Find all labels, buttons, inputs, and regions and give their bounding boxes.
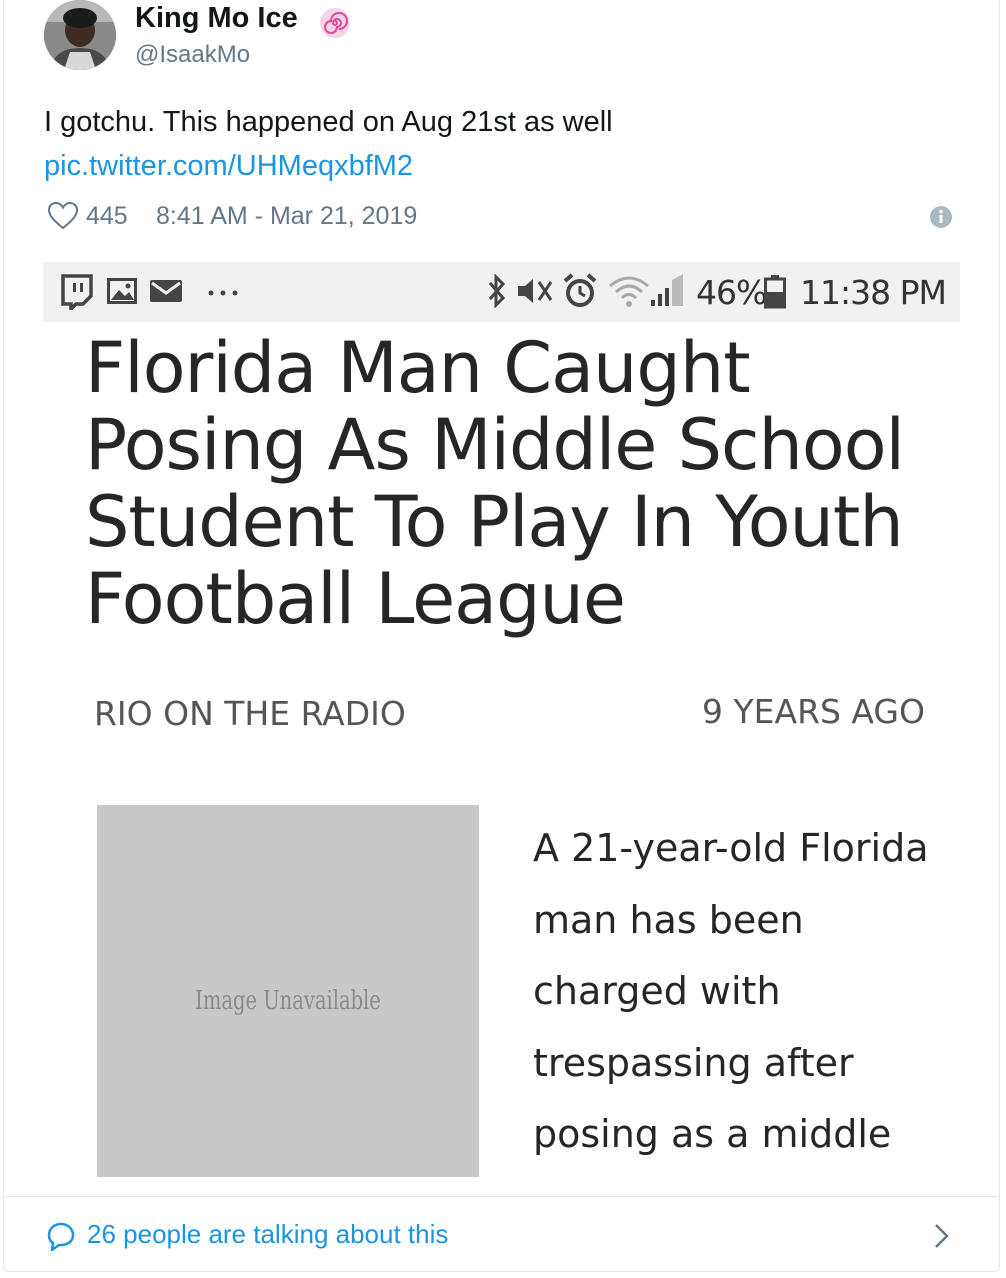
more-icon bbox=[208, 290, 238, 296]
article-age: 9 YEARS AGO bbox=[702, 692, 925, 731]
mute-icon bbox=[518, 279, 553, 303]
article-body-line: trespassing after bbox=[533, 1040, 854, 1085]
article-body-line: man has been bbox=[533, 897, 804, 942]
battery-icon bbox=[764, 275, 786, 309]
mail-icon bbox=[150, 280, 182, 302]
phone-clock: 11:38 PM bbox=[800, 273, 947, 312]
twitch-icon bbox=[61, 274, 93, 310]
conversation-link[interactable]: 26 people are talking about this bbox=[87, 1219, 448, 1250]
avatar[interactable] bbox=[44, 0, 116, 70]
user-handle[interactable]: @IsaakMo bbox=[135, 41, 250, 69]
article-body-line: A 21-year-old Florida bbox=[533, 826, 929, 870]
alarm-icon bbox=[563, 273, 597, 307]
swirl-icon bbox=[320, 8, 350, 38]
article-body: A 21-year-old Florida man has been charg… bbox=[533, 813, 943, 1171]
wifi-icon bbox=[609, 276, 649, 307]
chevron-right-icon[interactable] bbox=[932, 1222, 952, 1250]
footer-divider bbox=[4, 1196, 998, 1197]
article-body-line: charged with bbox=[533, 969, 781, 1013]
article-body-line: posing as a middle bbox=[533, 1112, 892, 1156]
attached-screenshot[interactable]: 46% 11:38 PM Florida Man Caught Posing A… bbox=[43, 262, 960, 1192]
heart-icon[interactable] bbox=[47, 201, 79, 231]
image-icon bbox=[107, 278, 137, 304]
battery-percentage: 46% bbox=[696, 273, 767, 312]
like-count[interactable]: 445 bbox=[86, 202, 128, 231]
bluetooth-icon bbox=[488, 274, 506, 308]
tweet-text: I gotchu. This happened on Aug 21st as w… bbox=[44, 106, 613, 138]
article-headline: Florida Man Caught Posing As Middle Scho… bbox=[85, 327, 905, 640]
article-image-placeholder: Image Unavailable bbox=[97, 805, 479, 1177]
display-name[interactable]: King Mo Ice bbox=[135, 2, 298, 35]
phone-status-bar: 46% 11:38 PM bbox=[43, 262, 960, 322]
info-icon[interactable] bbox=[929, 205, 953, 229]
signal-icon bbox=[651, 274, 683, 306]
article-source: RIO ON THE RADIO bbox=[94, 694, 406, 733]
speech-bubble-icon[interactable] bbox=[46, 1221, 76, 1251]
timestamp[interactable]: 8:41 AM - Mar 21, 2019 bbox=[156, 202, 417, 231]
image-unavailable-label: Image Unavailable bbox=[195, 986, 381, 1016]
tweet-link[interactable]: pic.twitter.com/UHMeqxbfM2 bbox=[44, 150, 413, 183]
